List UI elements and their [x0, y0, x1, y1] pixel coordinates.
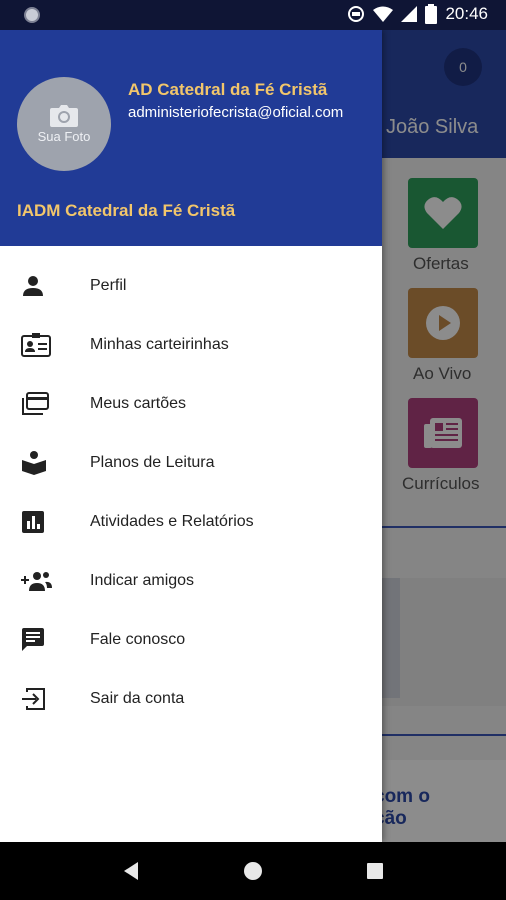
avatar[interactable]: Sua Foto: [17, 77, 111, 171]
menu-label: Meus cartões: [90, 394, 187, 412]
bar-chart-icon: [22, 510, 44, 533]
signal-icon: [401, 6, 418, 22]
add-group-icon: [21, 571, 52, 591]
menu-label: Atividades e Relatórios: [90, 512, 254, 530]
church-name: IADM Catedral da Fé Cristã: [17, 201, 236, 220]
org-email: administeriofecrista@oficial.com: [128, 104, 344, 121]
menu-item-fale-conosco[interactable]: Fale conosco: [0, 610, 382, 669]
recents-button[interactable]: [355, 851, 395, 891]
menu-item-perfil[interactable]: Perfil: [0, 256, 382, 315]
person-icon: [23, 275, 43, 296]
menu-item-cartoes[interactable]: Meus cartões: [0, 374, 382, 433]
menu-item-sair[interactable]: Sair da conta: [0, 669, 382, 728]
chat-icon: [22, 627, 44, 651]
battery-icon: [425, 4, 438, 24]
menu-label: Fale conosco: [90, 630, 186, 648]
org-name: AD Catedral da Fé Cristã: [128, 80, 328, 99]
status-time: 20:46: [445, 4, 488, 23]
menu-item-indicar[interactable]: Indicar amigos: [0, 551, 382, 610]
menu-label: Minhas carteirinhas: [90, 335, 229, 353]
menu-item-planos[interactable]: Planos de Leitura: [0, 433, 382, 492]
back-button[interactable]: [111, 851, 151, 891]
menu-item-atividades[interactable]: Atividades e Relatórios: [0, 492, 382, 551]
id-card-icon: [21, 332, 51, 357]
drawer-menu: Perfil Minhas carteirinhas Meus cartões …: [0, 256, 382, 728]
drawer-header: Sua Foto AD Catedral da Fé Cristã admini…: [0, 30, 382, 246]
back-icon: [124, 862, 138, 880]
recents-icon: [367, 863, 383, 879]
logout-icon: [22, 687, 45, 710]
home-icon: [244, 862, 262, 880]
home-button[interactable]: [233, 851, 273, 891]
data-saver-icon: [348, 6, 365, 22]
menu-label: Planos de Leitura: [90, 453, 215, 471]
status-bar: 20:46: [0, 0, 506, 30]
menu-label: Indicar amigos: [90, 571, 195, 589]
book-reader-icon: [22, 450, 46, 475]
wifi-icon: [373, 6, 394, 22]
menu-label: Perfil: [90, 276, 127, 294]
menu-item-carteirinhas[interactable]: Minhas carteirinhas: [0, 315, 382, 374]
navigation-drawer: Sua Foto AD Catedral da Fé Cristã admini…: [0, 30, 382, 842]
cards-icon: [22, 391, 49, 415]
notification-dot-icon: [24, 7, 40, 23]
system-nav-bar: [0, 842, 506, 900]
camera-icon: [50, 104, 78, 127]
avatar-caption: Sua Foto: [37, 128, 91, 144]
menu-label: Sair da conta: [90, 689, 185, 707]
